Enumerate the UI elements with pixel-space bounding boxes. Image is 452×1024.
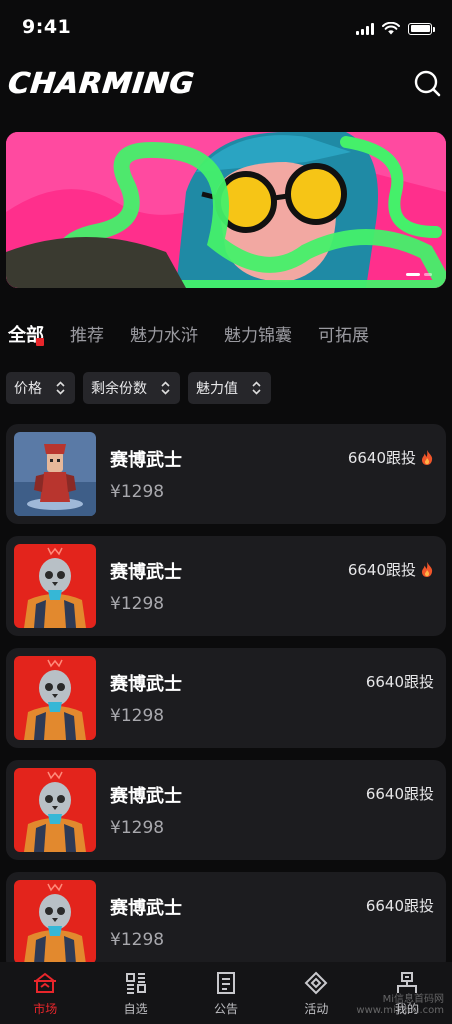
product-thumbnail [14,656,96,740]
tab-market[interactable]: 市场 [0,962,90,1024]
status-icons [356,22,435,35]
product-price: ¥1298 [110,594,165,614]
tab-all[interactable]: 全部 [8,324,44,348]
skull-robot-thumbnail [14,544,96,628]
watermark: Mi信息首码网 www.mixinxi.com [356,994,444,1016]
price-sort-button[interactable]: 价格 [6,372,75,404]
carousel-indicator [406,273,432,276]
tab-extendable[interactable]: 可拓展 [318,324,369,348]
tab-activity[interactable]: 活动 [271,962,361,1024]
status-time: 9:41 [22,16,72,38]
product-card[interactable]: 赛博武士 ¥1298 6640跟投 [6,648,446,748]
filter-label: 剩余份数 [91,381,147,397]
skull-robot-thumbnail [14,656,96,740]
sort-chevrons-icon [161,381,170,395]
app-logo: CHARMING [6,66,196,100]
product-thumbnail [14,544,96,628]
skull-robot-thumbnail [14,768,96,852]
product-price: ¥1298 [110,930,165,950]
notice-icon [217,972,236,994]
filter-bar: 价格 剩余份数 魅力值 [6,372,271,404]
charm-sort-button[interactable]: 魅力值 [188,372,271,404]
follow-count: 6640跟投 [366,895,434,916]
product-price: ¥1298 [110,482,165,502]
product-name: 赛博武士 [110,898,182,919]
tab-notice[interactable]: 公告 [181,962,271,1024]
follow-count-text: 6640跟投 [347,449,416,467]
product-thumbnail [14,768,96,852]
product-name: 赛博武士 [110,450,182,471]
filter-label: 价格 [14,381,42,397]
product-name: 赛博武士 [110,674,182,695]
follow-count-text: 6640跟投 [365,785,434,803]
status-bar: 9:41 [0,0,452,56]
watermark-line1: Mi信息首码网 [382,994,444,1005]
watermark-line2: www.mixinxi.com [356,1005,444,1016]
battery-icon [408,22,435,35]
tab-watchlist[interactable]: 自选 [90,962,180,1024]
product-name: 赛博武士 [110,562,182,583]
follow-count-text: 6640跟投 [365,673,434,691]
tab-notice-label: 公告 [214,1002,239,1016]
banner-illustration [6,132,446,288]
product-card[interactable]: 赛博武士 ¥1298 6640跟投 [6,760,446,860]
product-card[interactable]: 赛博武士 ¥1298 6640跟投 [6,536,446,636]
product-card[interactable]: 赛博武士 ¥1298 6640跟投 [6,872,446,972]
skull-robot-thumbnail [14,880,96,964]
product-name: 赛博武士 [110,786,182,807]
wifi-icon [382,22,400,35]
sort-chevrons-icon [252,381,261,395]
sort-chevrons-icon [56,381,65,395]
product-card[interactable]: 赛博武士 ¥1298 6640跟投 [6,424,446,524]
category-tabs: 全部 推荐 魅力水浒 魅力锦囊 可拓展 [8,320,395,348]
search-button[interactable] [412,68,444,100]
follow-count-text: 6640跟投 [365,897,434,915]
follow-count-text: 6640跟投 [347,561,416,579]
product-list: 赛博武士 ¥1298 6640跟投 赛博武士 ¥1298 6640跟投 赛博武士… [6,424,446,984]
tab-market-label: 市场 [33,1002,58,1016]
product-price: ¥1298 [110,706,165,726]
activity-icon [305,971,328,995]
market-icon [34,972,57,993]
tab-recommend[interactable]: 推荐 [70,324,104,348]
filter-label: 魅力值 [196,381,238,397]
product-thumbnail [14,432,96,516]
warrior-thumbnail [14,432,96,516]
follow-count: 6640跟投 [348,559,434,580]
tab-activity-label: 活动 [304,1002,329,1016]
tab-charm-shuihu[interactable]: 魅力水浒 [130,324,198,348]
follow-count: 6640跟投 [366,671,434,692]
remaining-sort-button[interactable]: 剩余份数 [83,372,180,404]
follow-count: 6640跟投 [366,783,434,804]
profile-icon [396,972,417,993]
fire-icon [422,450,433,465]
follow-count: 6640跟投 [348,447,434,468]
tab-watchlist-label: 自选 [123,1002,148,1016]
search-icon [414,70,441,97]
product-price: ¥1298 [110,818,165,838]
fire-icon [422,562,433,577]
signal-icon [356,22,374,35]
promo-banner[interactable] [6,132,446,288]
tab-charm-jinnang[interactable]: 魅力锦囊 [224,324,292,348]
watchlist-icon [125,973,146,994]
product-thumbnail [14,880,96,964]
